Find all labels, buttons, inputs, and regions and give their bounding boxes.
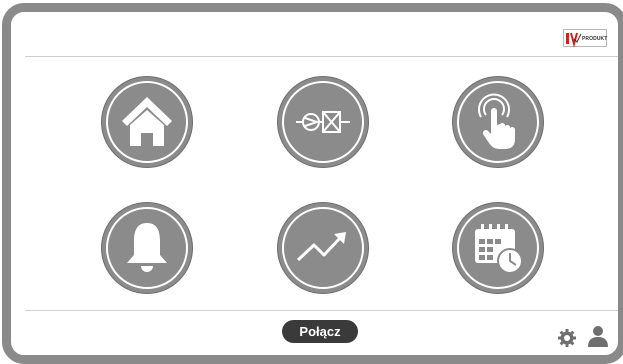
tile-touch[interactable] — [453, 77, 543, 167]
user-icon — [588, 326, 608, 347]
brand-logo: PRODUKT — [563, 29, 608, 48]
bell-icon — [127, 223, 167, 272]
ventilation-icon — [296, 111, 350, 133]
user-button[interactable] — [587, 325, 609, 347]
tile-alarms[interactable] — [102, 203, 192, 293]
device-frame: PRODUKT Połącz — [2, 3, 623, 364]
footer-divider — [25, 310, 618, 311]
tile-home[interactable] — [102, 77, 192, 167]
calendar-clock-icon — [475, 224, 523, 274]
logo-text: PRODUKT — [582, 36, 608, 42]
settings-button[interactable] — [557, 328, 577, 348]
header-divider — [25, 56, 618, 57]
trend-chart-icon — [296, 232, 346, 262]
header: PRODUKT — [11, 12, 618, 57]
tile-trends[interactable] — [278, 203, 368, 293]
home-icon — [122, 97, 172, 146]
tile-ventilation[interactable] — [278, 77, 368, 167]
gear-icon — [558, 329, 576, 347]
tile-schedule[interactable] — [453, 203, 543, 293]
touch-hand-icon — [478, 93, 515, 149]
connect-button[interactable]: Połącz — [282, 320, 358, 343]
